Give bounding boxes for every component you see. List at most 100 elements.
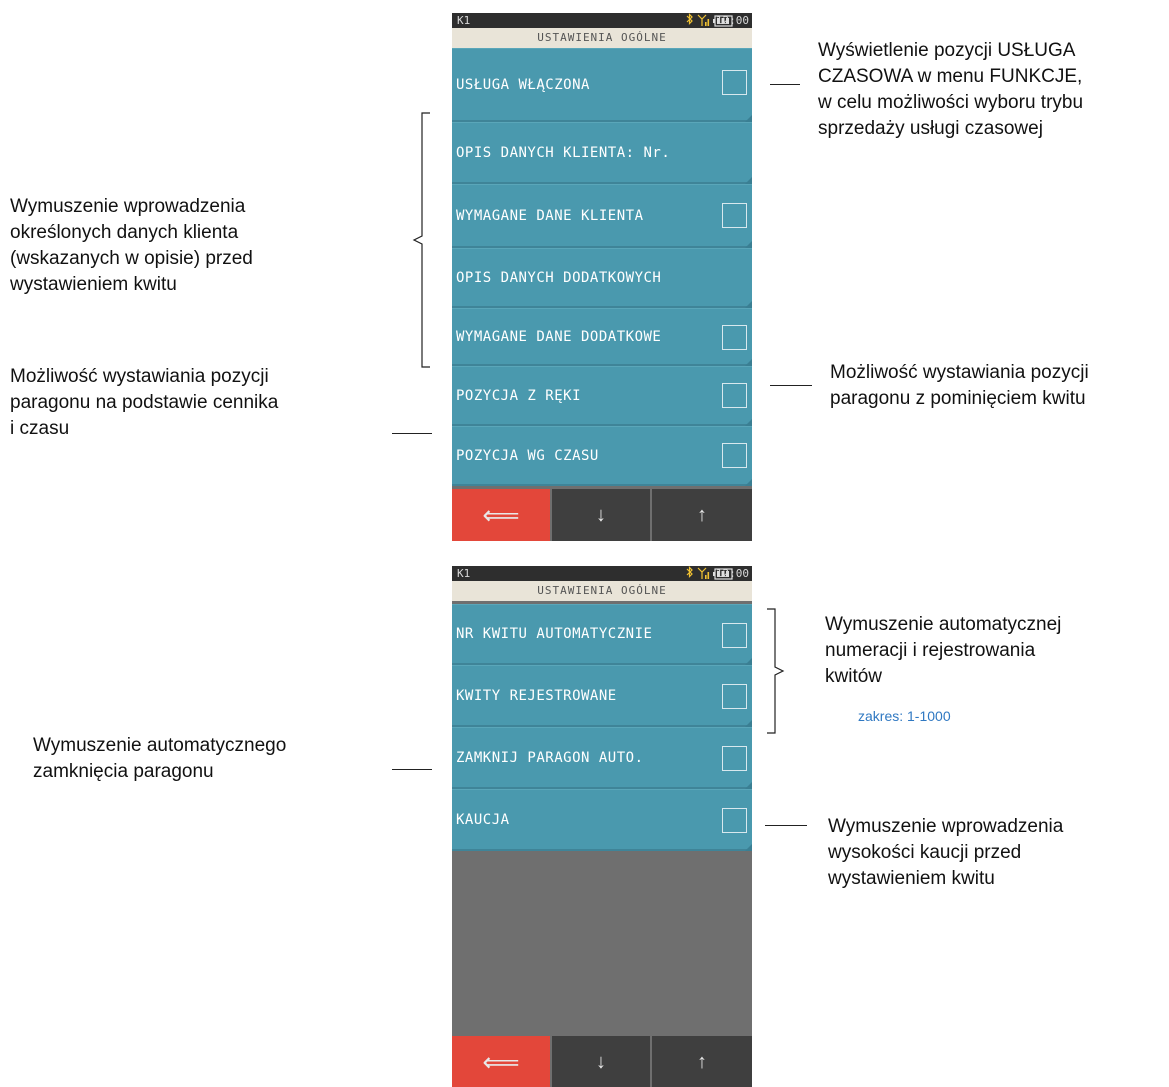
annotation-text: wysokości kaucji przed	[828, 842, 1022, 863]
menu-item-zamknij-paragon-auto[interactable]: ZAMKNIJ PARAGON AUTO.	[452, 727, 752, 789]
annotation-text: Możliwość wystawiania pozycji	[830, 362, 1089, 383]
annotation-text: zamknięcia paragonu	[33, 761, 214, 782]
arrow-down-icon: ↓	[596, 503, 606, 526]
screen-title: USTAWIENIA OGÓLNE	[452, 581, 752, 601]
terminal-id: K1	[457, 14, 471, 27]
annotation-text: (wskazanych w opisie) przed	[10, 248, 253, 269]
leader-line	[770, 385, 812, 386]
annotation-text: wystawieniem kwitu	[10, 274, 177, 295]
annotation-text: Wyświetlenie pozycji USŁUGA	[818, 40, 1076, 61]
annotation-zakres: zakres: 1-1000	[858, 708, 951, 724]
annotation-text: kwitów	[825, 666, 883, 687]
annotation-text: w celu możliwości wyboru trybu	[818, 92, 1084, 113]
bottom-nav: ⟸ ↓ ↑	[452, 489, 752, 541]
checkbox[interactable]	[722, 808, 747, 833]
scroll-up-button[interactable]: ↑	[652, 489, 752, 541]
annotation-text: Wymuszenie wprowadzenia	[10, 196, 246, 217]
arrow-up-icon: ↑	[697, 503, 707, 526]
clock: 12:00	[715, 14, 749, 27]
arrow-down-icon: ↓	[596, 1050, 606, 1073]
annotation-pozycja-z-reki: Możliwość wystawiania pozycji paragonu z…	[830, 360, 1089, 412]
annotation-text: Wymuszenie automatycznego	[33, 735, 287, 756]
checkbox[interactable]	[722, 623, 747, 648]
annotation-text: paragonu na podstawie cennika	[10, 392, 279, 413]
annotation-text: Wymuszenie wprowadzenia	[828, 816, 1064, 837]
bottom-nav: ⟸ ↓ ↑	[452, 1036, 752, 1087]
checkbox[interactable]	[722, 325, 747, 350]
status-bar: K1 12:00	[452, 566, 752, 581]
annotation-kaucja: Wymuszenie wprowadzenia wysokości kaucji…	[828, 814, 1063, 892]
menu-item-label: OPIS DANYCH DODATKOWYCH	[456, 269, 662, 286]
scroll-down-button[interactable]: ↓	[552, 1036, 650, 1087]
corner-marker	[745, 658, 752, 665]
screen-title: USTAWIENIA OGÓLNE	[452, 28, 752, 48]
menu-item-kaucja[interactable]: KAUCJA	[452, 789, 752, 851]
corner-marker	[745, 115, 752, 122]
clock: 12:00	[715, 567, 749, 580]
checkbox[interactable]	[722, 746, 747, 771]
annotation-text: Wymuszenie automatycznej	[825, 614, 1062, 635]
scroll-down-button[interactable]: ↓	[552, 489, 650, 541]
scroll-up-button[interactable]: ↑	[652, 1036, 752, 1087]
annotation-dane-klienta: Wymuszenie wprowadzenia określonych dany…	[10, 194, 253, 298]
back-arrow-icon: ⟸	[482, 499, 520, 530]
annotation-pozycja-wg-czasu: Możliwość wystawiania pozycji paragonu n…	[10, 364, 278, 442]
menu-item-opis-danych-klienta[interactable]: OPIS DANYCH KLIENTA: Nr.	[452, 122, 752, 184]
corner-marker	[745, 419, 752, 426]
bracket-right	[767, 608, 785, 734]
menu-item-label: KWITY REJESTROWANE	[456, 687, 617, 704]
menu-item-pozycja-z-reki[interactable]: POZYCJA Z RĘKI	[452, 366, 752, 426]
menu-item-label: WYMAGANE DANE DODATKOWE	[456, 328, 662, 345]
annotation-text: CZASOWA w menu FUNKCJE,	[818, 66, 1083, 87]
menu-item-label: KAUCJA	[456, 811, 510, 828]
annotation-text: Możliwość wystawiania pozycji	[10, 366, 269, 387]
annotation-text: paragonu z pominięciem kwitu	[830, 388, 1086, 409]
annotation-text: określonych danych klienta	[10, 222, 239, 243]
menu-item-wymagane-dane-dodatkowe[interactable]: WYMAGANE DANE DODATKOWE	[452, 308, 752, 366]
annotation-text: numeracji i rejestrowania	[825, 640, 1036, 661]
annotation-text: i czasu	[10, 418, 70, 439]
device-screen-1: K1 12:00 USTAWIENIA OGÓLNE USŁUGA WŁĄCZO…	[452, 13, 752, 541]
corner-marker	[745, 844, 752, 851]
arrow-up-icon: ↑	[697, 1050, 707, 1073]
leader-line	[392, 433, 432, 434]
leader-line	[392, 769, 432, 770]
corner-marker	[745, 479, 752, 486]
menu-item-usluga-wlaczona[interactable]: USŁUGA WŁĄCZONA	[452, 48, 752, 122]
bracket-left	[412, 112, 430, 368]
leader-line	[765, 825, 807, 826]
menu-item-label: ZAMKNIJ PARAGON AUTO.	[456, 749, 644, 766]
terminal-id: K1	[457, 567, 471, 580]
back-button[interactable]: ⟸	[452, 489, 550, 541]
annotation-text: wystawieniem kwitu	[828, 868, 995, 889]
menu-item-opis-danych-dodatkowych[interactable]: OPIS DANYCH DODATKOWYCH	[452, 248, 752, 308]
menu-item-label: POZYCJA Z RĘKI	[456, 387, 582, 404]
menu-item-kwity-rejestrowane[interactable]: KWITY REJESTROWANE	[452, 665, 752, 727]
annotation-text: sprzedaży usługi czasowej	[818, 118, 1043, 139]
checkbox[interactable]	[722, 70, 747, 95]
status-bar: K1 12:00	[452, 13, 752, 28]
corner-marker	[745, 301, 752, 308]
menu-item-label: OPIS DANYCH KLIENTA: Nr.	[456, 144, 671, 161]
corner-marker	[745, 359, 752, 366]
checkbox[interactable]	[722, 443, 747, 468]
back-button[interactable]: ⟸	[452, 1036, 550, 1087]
menu-item-wymagane-dane-klienta[interactable]: WYMAGANE DANE KLIENTA	[452, 184, 752, 248]
menu-item-label: WYMAGANE DANE KLIENTA	[456, 207, 644, 224]
checkbox[interactable]	[722, 203, 747, 228]
checkbox[interactable]	[722, 684, 747, 709]
corner-marker	[745, 782, 752, 789]
menu-item-label: NR KWITU AUTOMATYCZNIE	[456, 626, 653, 642]
corner-marker	[745, 241, 752, 248]
menu-item-nr-kwitu-automatycznie[interactable]: NR KWITU AUTOMATYCZNIE	[452, 604, 752, 665]
menu-item-label: USŁUGA WŁĄCZONA	[456, 76, 590, 93]
corner-marker	[745, 720, 752, 727]
annotation-usluga: Wyświetlenie pozycji USŁUGA CZASOWA w me…	[818, 38, 1083, 142]
menu-item-label: POZYCJA WG CZASU	[456, 447, 599, 464]
annotation-numeracja: Wymuszenie automatycznej numeracji i rej…	[825, 612, 1061, 690]
annotation-zamkniecie: Wymuszenie automatycznego zamknięcia par…	[33, 733, 286, 785]
leader-line	[770, 84, 800, 85]
device-screen-2: K1 12:00 USTAWIENIA OGÓLNE NR KWITU AUTO…	[452, 566, 752, 1087]
checkbox[interactable]	[722, 383, 747, 408]
menu-item-pozycja-wg-czasu[interactable]: POZYCJA WG CZASU	[452, 426, 752, 486]
